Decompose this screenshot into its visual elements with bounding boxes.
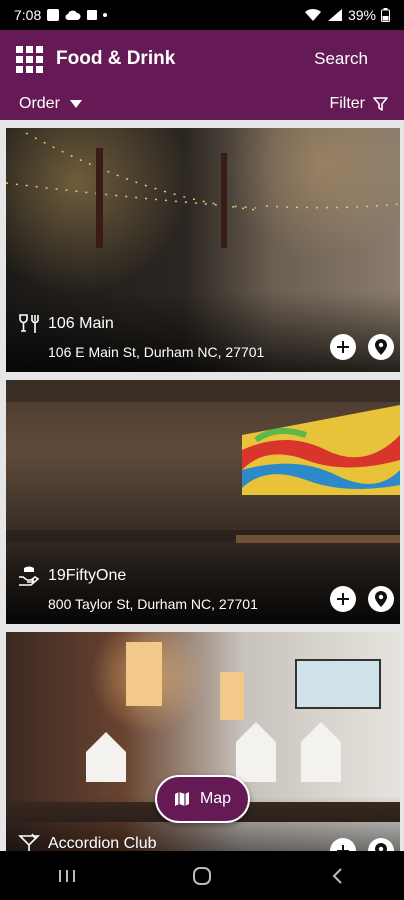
venue-location-button[interactable] <box>368 586 394 612</box>
plus-icon <box>337 341 349 353</box>
status-bar: 7:08 39% <box>0 0 404 30</box>
venue-location-button[interactable] <box>368 838 394 851</box>
notification-icon <box>87 10 98 20</box>
wifi-icon <box>304 8 321 21</box>
venue-card[interactable]: 106 Main 106 E Main St, Durham NC, 27701 <box>6 128 400 372</box>
gallery-icon <box>47 9 60 21</box>
string-lights-image <box>6 132 400 248</box>
venue-name: Accordion Club <box>48 835 157 851</box>
order-dropdown[interactable]: Order <box>19 95 82 113</box>
more-notifications-dot <box>103 13 108 17</box>
hand-plate-icon <box>18 565 40 587</box>
venue-name: 19FiftyOne <box>48 567 127 584</box>
battery-icon <box>381 8 390 22</box>
location-pin-icon <box>375 591 387 607</box>
home-icon <box>192 866 211 885</box>
battery-percent: 39% <box>347 7 376 23</box>
map-button-label: Map <box>199 790 232 807</box>
plus-icon <box>337 593 349 605</box>
map-button[interactable]: Map <box>155 775 250 823</box>
map-icon <box>174 792 189 806</box>
page-title: Food & Drink <box>56 48 176 69</box>
home-button[interactable] <box>172 856 232 896</box>
signal-icon <box>327 9 342 21</box>
cloud-icon <box>65 10 81 21</box>
search-button[interactable]: Search <box>304 41 378 77</box>
venue-card[interactable]: 19FiftyOne 800 Taylor St, Durham NC, 277… <box>6 380 400 624</box>
system-nav-bar <box>0 851 404 900</box>
add-venue-button[interactable] <box>330 586 356 612</box>
app-bar: Food & Drink Search Order Filter <box>0 30 404 120</box>
cocktail-icon <box>18 833 40 851</box>
filter-label: Filter <box>329 95 365 112</box>
plus-icon <box>337 845 349 851</box>
wine-fork-icon <box>18 313 40 335</box>
back-button[interactable] <box>307 856 367 896</box>
location-pin-icon <box>375 843 387 851</box>
order-label: Order <box>19 95 60 112</box>
filter-icon <box>373 97 388 111</box>
filter-button[interactable]: Filter <box>329 95 388 113</box>
status-time: 7:08 <box>14 7 42 23</box>
venue-address: 800 Taylor St, Durham NC, 27701 <box>48 596 258 612</box>
chevron-down-icon <box>69 100 82 108</box>
recent-apps-icon <box>59 869 76 882</box>
venue-location-button[interactable] <box>368 334 394 360</box>
back-icon <box>332 867 342 884</box>
venue-list[interactable]: 106 Main 106 E Main St, Durham NC, 27701 <box>0 120 404 851</box>
add-venue-button[interactable] <box>330 334 356 360</box>
location-pin-icon <box>375 339 387 355</box>
recent-apps-button[interactable] <box>37 856 97 896</box>
venue-address: 106 E Main St, Durham NC, 27701 <box>48 344 265 360</box>
grid-menu-icon[interactable] <box>16 45 43 73</box>
venue-name: 106 Main <box>48 315 114 332</box>
add-venue-button[interactable] <box>330 838 356 851</box>
